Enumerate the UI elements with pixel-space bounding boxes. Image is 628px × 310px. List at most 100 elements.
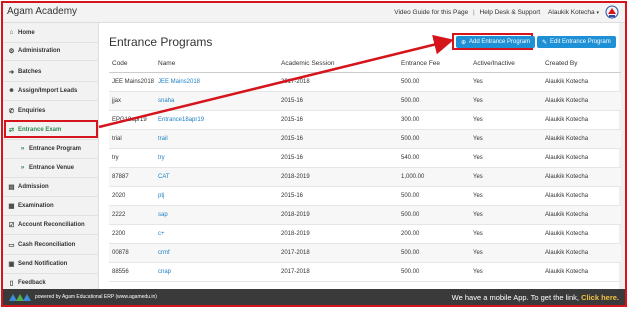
home-icon: ⌂ [9,29,14,36]
table-cell: try [109,148,155,168]
column-header-name[interactable]: Name [155,55,278,73]
table-row[interactable]: try try 2015-16 540.00 Yes Alaukik Kotecha [109,148,621,168]
table-cell: Alaukik Kotecha [542,205,621,225]
table-cell: Alaukik Kotecha [542,110,621,130]
top-header: Agam Academy Video Guide for this Page |… [3,3,625,23]
user-name: Alaukik Kotecha [548,9,595,16]
table-cell: 2222 [109,205,155,225]
table-cell: 500.00 [398,129,470,149]
program-name-link[interactable]: JEE Mains2018 [155,72,278,92]
sidebar-item-label: Admission [18,183,49,190]
table-row[interactable]: jjax snaha 2015-16 500.00 Yes Alaukik Kotecha [109,91,621,111]
sidebar-item-batches[interactable]: ➜ Batches [3,62,99,82]
sidebar-item-label: Account Reconciliation [18,221,85,228]
gear-icon: ⚙ [8,47,15,55]
table-cell: Alaukik Kotecha [542,224,621,244]
check-square-icon: ☑ [8,221,15,229]
sidebar-item-entrance-program[interactable]: » Entrance Program [3,139,99,159]
sidebar-item-label: Enquiries [18,107,46,114]
video-guide-link[interactable]: Video Guide for this Page [394,9,468,16]
edit-entrance-program-button[interactable]: ✎ Edit Entrance Program [537,36,616,48]
sidebar-item-label: Home [18,29,35,36]
book-icon: ▤ [8,183,15,191]
program-name-link[interactable]: c+ [155,224,278,244]
table-cell: 500.00 [398,186,470,206]
notification-icon: ▣ [8,260,15,268]
table-cell: Alaukik Kotecha [542,186,621,206]
promo-text: We have a mobile App. To get the link, [451,293,579,302]
footer-bar: powered by Agam Educational ERP (www.aga… [3,289,625,305]
program-name-link[interactable]: Entrance18apr19 [155,110,278,130]
table-cell: Yes [470,148,542,168]
user-menu[interactable]: Alaukik Kotecha ▾ [548,9,599,16]
table-row[interactable]: EPG18apr19 Entrance18apr19 2015-16 300.00 Ye… [109,110,621,130]
program-name-link[interactable]: crmf [155,243,278,263]
sidebar-item-administration[interactable]: ⚙ Administration [3,41,99,61]
column-header-academic-session[interactable]: Academic Session [278,55,398,73]
program-name-link[interactable]: cnap [155,262,278,282]
column-header-entrance-fee[interactable]: Entrance Fee [398,55,470,73]
divider: | [473,9,475,16]
table-cell: Yes [470,72,542,92]
add-button-label: Add Entrance Program [469,39,531,45]
sidebar-item-enquiries[interactable]: ✆ Enquiries [3,101,99,121]
sidebar-item-label: Administration [18,47,61,54]
table-cell: 2015-16 [278,110,398,130]
table-row[interactable]: 87887 CAT 2018-2019 1,000.00 Yes Alaukik Kote… [109,167,621,187]
phone-icon: ✆ [8,107,15,115]
table-row[interactable]: trial trail 2015-16 500.00 Yes Alaukik Kotech… [109,129,621,149]
column-header-code[interactable]: Code [109,55,155,73]
program-name-link[interactable]: snaha [155,91,278,111]
sidebar-item-assign-import-leads[interactable]: ☻ Assign/Import Leads [3,81,99,101]
table-row[interactable]: 88556 cnap 2017-2018 500.00 Yes Alaukik Kotec… [109,262,621,282]
program-name-link[interactable]: trail [155,129,278,149]
program-name-link[interactable]: ptj [155,186,278,206]
sidebar-item-label: Send Notification [18,260,68,267]
table-cell: Alaukik Kotecha [542,129,621,149]
add-entrance-program-button[interactable]: ⊕ Add Entrance Program [456,36,536,48]
column-header-active[interactable]: Active/Inactive [470,55,542,73]
table-cell: 2017-2018 [278,72,398,92]
table-cell: EPG18apr19 [109,110,155,130]
sidebar-item-home[interactable]: ⌂ Home [3,23,99,43]
column-header-created-by[interactable]: Created By [542,55,621,73]
program-name-link[interactable]: sap [155,205,278,225]
sidebar-item-entrance-venue[interactable]: » Entrance Venue [3,158,99,178]
table-cell: Yes [470,205,542,225]
entrance-exam-highlight [4,120,98,138]
table-cell: 2018-2019 [278,167,398,187]
screenshot-frame: Agam Academy Video Guide for this Page |… [1,1,627,307]
sidebar-item-label: Entrance Program [29,145,82,152]
table-row[interactable]: 2222 sap 2018-2019 500.00 Yes Alaukik Kotecha [109,205,621,225]
help-desk-link[interactable]: Help Desk & Support [480,9,541,16]
money-icon: ▭ [8,241,15,249]
edit-icon: ✎ [542,39,548,46]
table-cell: Alaukik Kotecha [542,148,621,168]
table-cell: Alaukik Kotecha [542,243,621,263]
sidebar-item-cash-reconciliation[interactable]: ▭ Cash Reconciliation [3,235,99,255]
academy-logo-icon [605,5,619,19]
sidebar-item-send-notification[interactable]: ▣ Send Notification [3,254,99,274]
sidebar-item-account-reconciliation[interactable]: ☑ Account Reconciliation [3,215,99,235]
double-chevron-icon: » [20,164,25,171]
table-cell: Yes [470,167,542,187]
table-row[interactable]: 00878 crmf 2017-2018 500.00 Yes Alaukik Kotec… [109,243,621,263]
program-name-link[interactable]: try [155,148,278,168]
file-icon: ▯ [9,279,14,287]
table-cell: 200.00 [398,224,470,244]
table-cell: 2018-2019 [278,224,398,244]
table-row[interactable]: 2020 ptj 2015-16 500.00 Yes Alaukik Kotecha [109,186,621,206]
table-cell: Yes [470,129,542,149]
table-row[interactable]: JEE Mains2018 JEE Mains2018 2017-2018 500.0… [109,72,621,92]
sidebar-item-admission[interactable]: ▤ Admission [3,177,99,197]
app-title: Agam Academy [7,6,78,17]
table-row[interactable]: 2200 c+ 2018-2019 200.00 Yes Alaukik Kotecha [109,224,621,244]
program-name-link[interactable]: CAT [155,167,278,187]
click-here-link[interactable]: Click here. [581,293,619,302]
sidebar-item-label: Examination [18,202,54,209]
table-cell: 2015-16 [278,91,398,111]
table-cell: Alaukik Kotecha [542,91,621,111]
sidebar-item-examination[interactable]: ▦ Examination [3,196,99,216]
table-cell: 500.00 [398,262,470,282]
sidebar-item-label: Cash Reconciliation [18,241,76,248]
